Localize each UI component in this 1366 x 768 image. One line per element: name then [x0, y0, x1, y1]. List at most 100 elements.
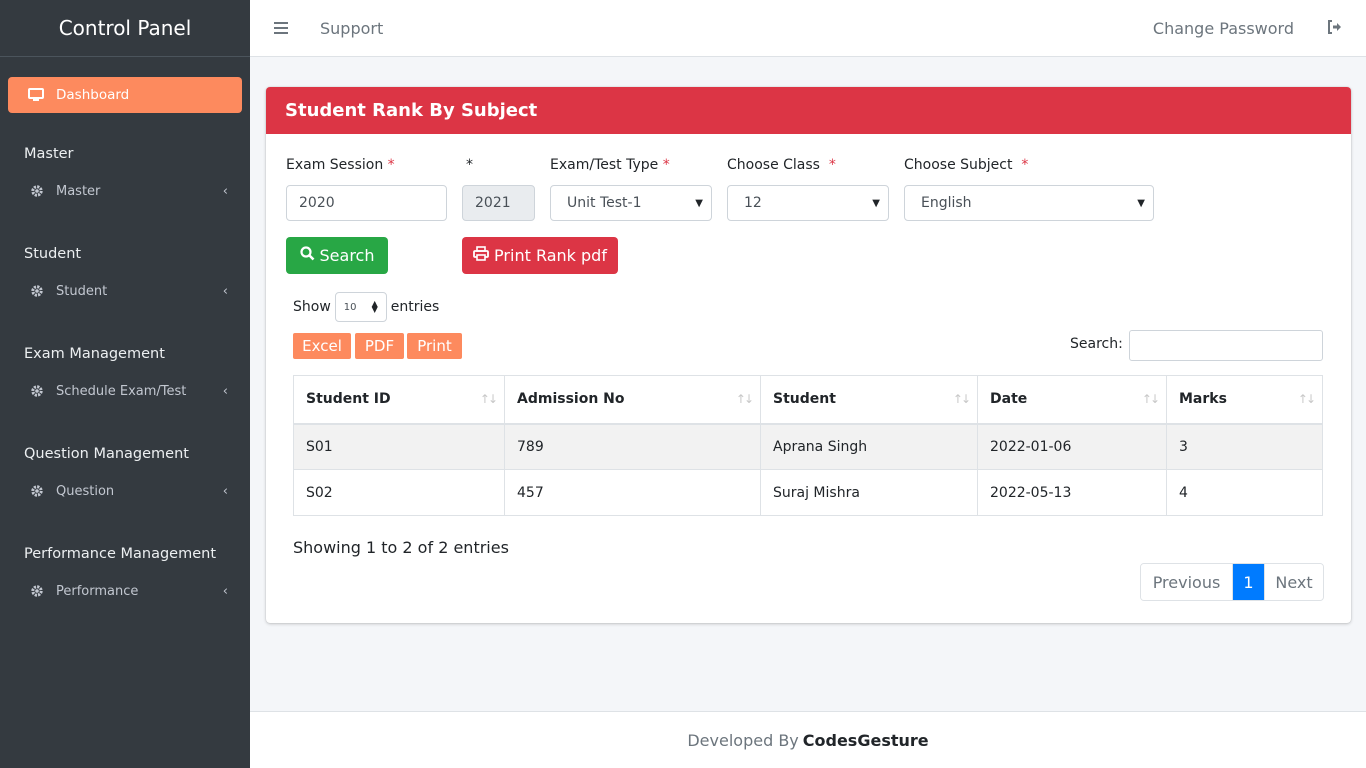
session-from-input[interactable]: 2020 — [286, 185, 447, 221]
pagination: Previous 1 Next — [1140, 563, 1324, 601]
top-navbar: Support Change Password — [250, 0, 1366, 57]
sort-icon: ↑↓ — [1141, 392, 1160, 406]
chevron-left-icon: ‹ — [222, 583, 228, 599]
class-select[interactable]: 12 ▼ — [727, 185, 889, 221]
cell-marks: 3 — [1166, 423, 1323, 470]
exam-type-value: Unit Test-1 — [567, 195, 642, 211]
sidebar-item-schedule-exam[interactable]: Schedule Exam/Test ‹ — [8, 373, 242, 409]
nav-header-master: Master — [24, 146, 74, 162]
sidebar-item-label: Question — [56, 483, 115, 499]
sort-updown-icon: ▲ ▼ — [371, 299, 378, 314]
search-button[interactable]: Search — [286, 237, 388, 274]
pagination-next[interactable]: Next — [1264, 564, 1323, 600]
pagination-page-1[interactable]: 1 — [1233, 564, 1264, 600]
logout-icon[interactable] — [1326, 19, 1342, 39]
hamburger-menu-icon[interactable] — [274, 22, 288, 34]
pdf-export-button[interactable]: PDF — [355, 333, 404, 359]
subject-value: English — [921, 195, 972, 211]
student-rank-card: Student Rank By Subject Exam Session * *… — [266, 87, 1351, 623]
chevron-left-icon: ‹ — [222, 383, 228, 399]
exam-session-label: Exam Session * — [286, 157, 395, 173]
column-header-marks[interactable]: Marks ↑↓ — [1166, 375, 1323, 425]
nav-header-exam-management: Exam Management — [24, 346, 165, 362]
gear-icon — [30, 184, 44, 198]
monitor-icon — [28, 88, 46, 102]
cell-student-id: S01 — [293, 423, 505, 470]
support-link[interactable]: Support — [320, 19, 383, 38]
printer-icon — [473, 246, 489, 265]
exam-type-select[interactable]: Unit Test-1 ▼ — [550, 185, 712, 221]
sidebar: Control Panel Dashboard Master Master ‹ … — [0, 0, 250, 768]
chevron-down-icon: ▼ — [695, 197, 703, 209]
show-label: Show — [293, 299, 331, 315]
pagination-previous[interactable]: Previous — [1141, 564, 1233, 600]
print-export-button[interactable]: Print — [407, 333, 462, 359]
page-length-control: Show 10 ▲ ▼ entries — [293, 292, 439, 322]
gear-icon — [30, 484, 44, 498]
column-header-student-id[interactable]: Student ID ↑↓ — [293, 375, 505, 425]
sidebar-item-dashboard[interactable]: Dashboard — [8, 77, 242, 113]
sort-icon: ↑↓ — [952, 392, 971, 406]
gear-icon — [30, 584, 44, 598]
brand-title[interactable]: Control Panel — [0, 0, 250, 57]
sidebar-item-question[interactable]: Question ‹ — [8, 473, 242, 509]
cell-student-id: S02 — [293, 469, 505, 516]
search-button-label: Search — [319, 246, 375, 265]
chevron-left-icon: ‹ — [222, 183, 228, 199]
sidebar-item-student[interactable]: Student ‹ — [8, 273, 242, 309]
search-icon — [299, 246, 315, 265]
chevron-down-icon: ▼ — [872, 197, 880, 209]
entries-label: entries — [390, 299, 440, 315]
cell-admission-no: 457 — [504, 469, 761, 516]
print-rank-label: Print Rank pdf — [494, 246, 607, 265]
cell-date: 2022-05-13 — [977, 469, 1167, 516]
table-search-input[interactable] — [1129, 330, 1323, 361]
page-length-select[interactable]: 10 ▲ ▼ — [334, 292, 387, 322]
subject-label: Choose Subject * — [904, 157, 1029, 173]
change-password-link[interactable]: Change Password — [1153, 19, 1294, 38]
cell-student: Aprana Singh — [760, 423, 978, 470]
print-rank-pdf-button[interactable]: Print Rank pdf — [462, 237, 618, 274]
cell-marks: 4 — [1166, 469, 1323, 516]
sidebar-item-label: Dashboard — [56, 87, 130, 103]
table-header-row: Student ID ↑↓ Admission No ↑↓ Student ↑↓ Da… — [293, 375, 1323, 425]
nav-header-performance-management: Performance Management — [24, 546, 217, 562]
card-title: Student Rank By Subject — [266, 87, 1351, 134]
column-header-admission-no[interactable]: Admission No ↑↓ — [504, 375, 761, 425]
footer-brand[interactable]: CodesGesture — [803, 731, 929, 750]
table-row: S01 789 Aprana Singh 2022-01-06 3 — [293, 423, 1323, 470]
cell-admission-no: 789 — [504, 423, 761, 470]
sidebar-item-label: Schedule Exam/Test — [56, 383, 187, 399]
sidebar-item-label: Master — [56, 183, 101, 199]
sort-icon: ↑↓ — [479, 392, 498, 406]
page-length-value: 10 — [343, 301, 357, 313]
sidebar-item-master[interactable]: Master ‹ — [8, 173, 242, 209]
table-row: S02 457 Suraj Mishra 2022-05-13 4 — [293, 469, 1323, 516]
table-search-label: Search: — [1070, 336, 1123, 352]
sidebar-nav: Dashboard Master Master ‹ Student Studen… — [0, 57, 250, 609]
footer-prefix: Developed By — [687, 730, 799, 750]
column-header-date[interactable]: Date ↑↓ — [977, 375, 1167, 425]
exam-type-label: Exam/Test Type * — [550, 157, 670, 173]
sidebar-item-label: Performance — [56, 583, 139, 599]
footer: Developed By CodesGesture — [250, 711, 1366, 768]
gear-icon — [30, 384, 44, 398]
sort-icon: ↑↓ — [735, 392, 754, 406]
sidebar-item-label: Student — [56, 283, 108, 299]
cell-date: 2022-01-06 — [977, 423, 1167, 470]
chevron-left-icon: ‹ — [222, 483, 228, 499]
gear-icon — [30, 284, 44, 298]
session-to-required-mark: * — [466, 157, 473, 173]
chevron-left-icon: ‹ — [222, 283, 228, 299]
subject-select[interactable]: English ▼ — [904, 185, 1154, 221]
sidebar-item-performance[interactable]: Performance ‹ — [8, 573, 242, 609]
column-header-student[interactable]: Student ↑↓ — [760, 375, 978, 425]
cell-student: Suraj Mishra — [760, 469, 978, 516]
excel-export-button[interactable]: Excel — [293, 333, 351, 359]
class-value: 12 — [744, 195, 762, 211]
table-info: Showing 1 to 2 of 2 entries — [293, 538, 509, 557]
nav-header-question-management: Question Management — [24, 446, 189, 462]
rank-table: Student ID ↑↓ Admission No ↑↓ Student ↑↓ Da… — [293, 375, 1323, 516]
nav-header-student: Student — [24, 246, 82, 262]
class-label: Choose Class * — [727, 157, 836, 173]
